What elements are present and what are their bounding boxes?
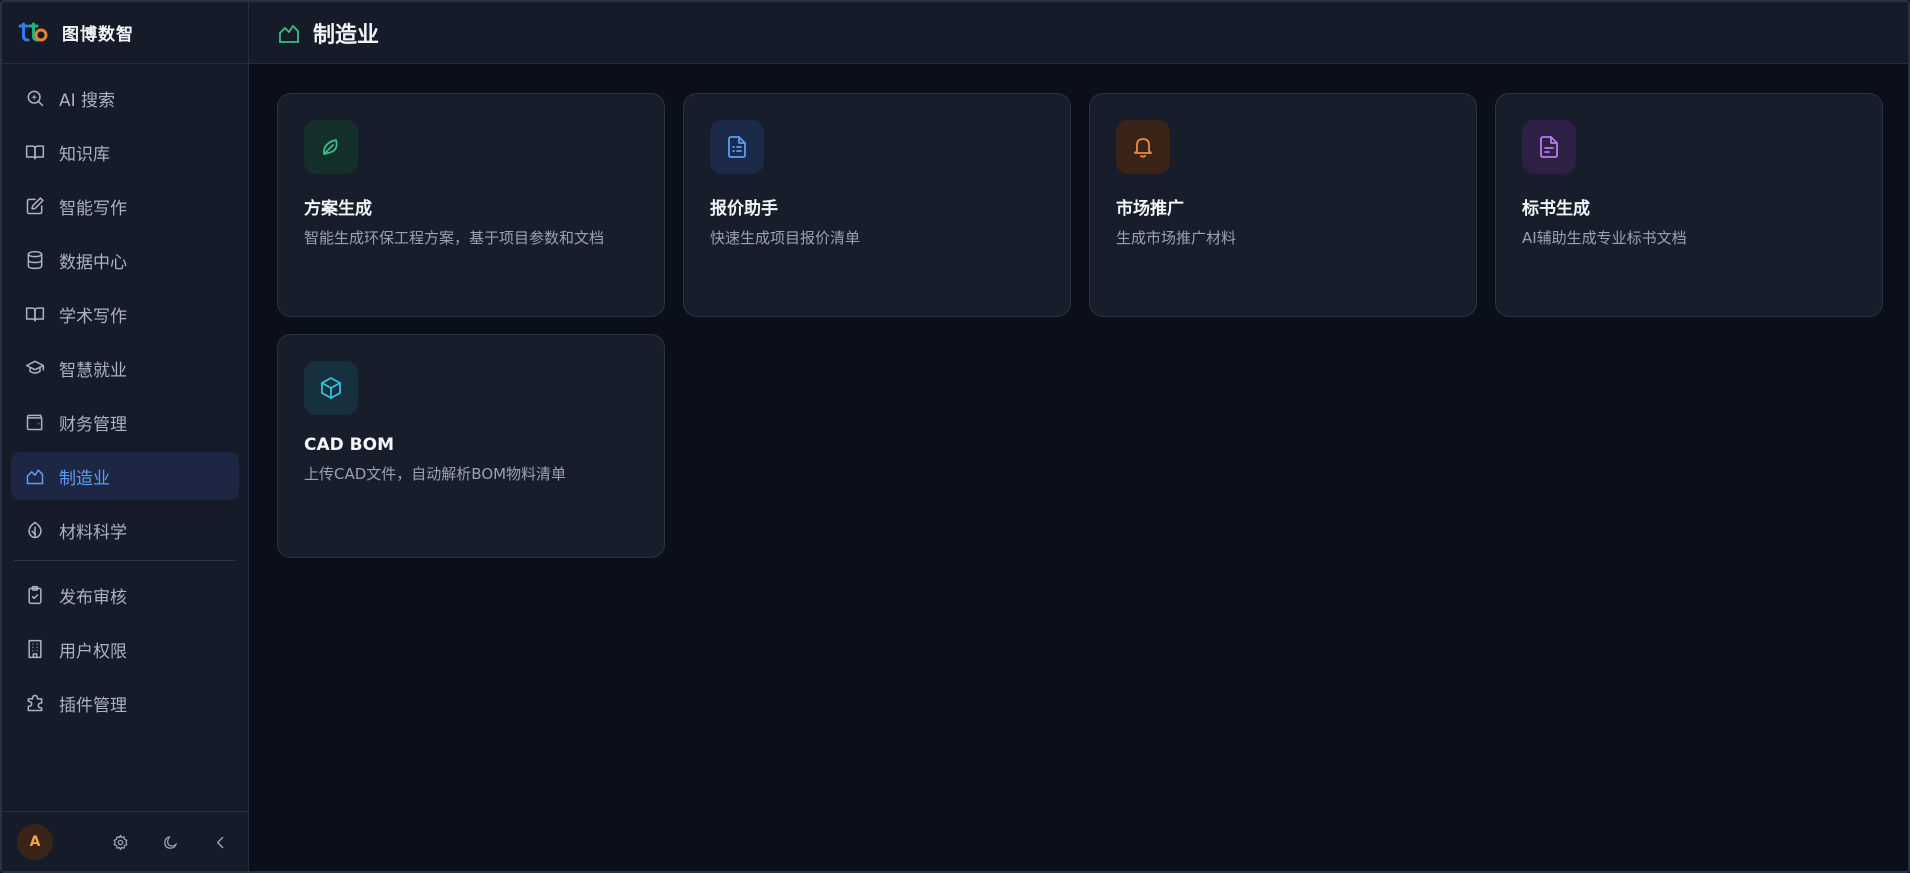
sidebar-item-label: 数据中心 xyxy=(59,252,127,273)
moon-icon[interactable] xyxy=(160,832,180,852)
settings-icon[interactable] xyxy=(110,832,130,852)
sidebar-divider xyxy=(14,560,236,561)
page-title: 制造业 xyxy=(313,22,380,48)
clipboard-check-icon xyxy=(25,585,45,605)
card-icon-container xyxy=(304,120,358,174)
brand-name: 图博数智 xyxy=(62,25,134,45)
card-title: 市场推广 xyxy=(1116,199,1184,219)
card-icon-container xyxy=(1522,120,1576,174)
puzzle-icon xyxy=(25,693,45,713)
card-description: AI辅助生成专业标书文档 xyxy=(1522,229,1687,247)
factory-icon xyxy=(25,466,45,486)
main-content: 方案生成 智能生成环保工程方案，基于项目参数和文档 报价助手 快速生成项目报价清… xyxy=(249,65,1908,871)
sidebar-item-data-center[interactable]: 数据中心 xyxy=(11,236,239,284)
sidebar-item-academic-writing[interactable]: 学术写作 xyxy=(11,290,239,338)
database-icon xyxy=(25,250,45,270)
sidebar-item-materials-science[interactable]: 材料科学 xyxy=(11,506,239,554)
card-bid-generation[interactable]: 标书生成 AI辅助生成专业标书文档 xyxy=(1495,93,1883,317)
sidebar-item-label: 财务管理 xyxy=(59,414,127,435)
page-header: 制造业 xyxy=(249,2,1908,64)
sidebar-item-manufacturing[interactable]: 制造业 xyxy=(11,452,239,500)
sidebar-item-label: AI 搜索 xyxy=(59,90,116,111)
file-list-icon xyxy=(728,136,746,158)
sidebar-item-knowledge-base[interactable]: 知识库 xyxy=(11,128,239,176)
sidebar-item-label: 材料科学 xyxy=(59,522,127,543)
sidebar-item-plugin-management[interactable]: 插件管理 xyxy=(11,679,239,727)
sidebar-item-finance[interactable]: 财务管理 xyxy=(11,398,239,446)
card-description: 快速生成项目报价清单 xyxy=(710,229,861,247)
wallet-icon xyxy=(25,412,45,432)
sidebar-item-user-permissions[interactable]: 用户权限 xyxy=(11,625,239,673)
card-icon-container xyxy=(304,361,358,415)
sidebar-nav: AI 搜索 知识库 智能写作 数据中心 学术写作 智慧就业 财务管理 制造业 材… xyxy=(2,64,248,727)
graduation-cap-icon xyxy=(25,358,45,378)
sidebar-item-label: 用户权限 xyxy=(59,641,127,662)
book-open-icon xyxy=(25,142,45,162)
sidebar-item-label: 制造业 xyxy=(59,468,110,489)
bell-icon xyxy=(1134,138,1152,158)
sidebar-item-label: 智能写作 xyxy=(59,198,127,219)
sidebar-item-label: 插件管理 xyxy=(59,695,127,716)
sidebar-footer: A xyxy=(2,811,249,871)
card-description: 上传CAD文件，自动解析BOM物料清单 xyxy=(304,465,567,483)
card-quote-assistant[interactable]: 报价助手 快速生成项目报价清单 xyxy=(683,93,1071,317)
edit-icon xyxy=(25,196,45,216)
card-title: 标书生成 xyxy=(1522,199,1590,219)
sidebar-item-smart-employment[interactable]: 智慧就业 xyxy=(11,344,239,392)
leaf-icon xyxy=(323,139,338,155)
search-sparkle-icon xyxy=(25,88,45,108)
avatar[interactable]: A xyxy=(17,823,53,860)
app-window: 图博数智 AI 搜索 知识库 智能写作 数据中心 学术写作 智慧就业 财务管理 … xyxy=(0,0,1910,873)
brand[interactable]: 图博数智 xyxy=(2,2,248,64)
building-icon xyxy=(25,639,45,659)
card-title: CAD BOM xyxy=(304,435,394,455)
sidebar-item-label: 发布审核 xyxy=(59,587,127,608)
sidebar-item-label: 知识库 xyxy=(59,144,110,165)
file-signature-icon xyxy=(1540,136,1558,158)
card-icon-container xyxy=(1116,120,1170,174)
card-solution-generation[interactable]: 方案生成 智能生成环保工程方案，基于项目参数和文档 xyxy=(277,93,665,317)
sidebar-item-label: 智慧就业 xyxy=(59,360,127,381)
book-open-icon xyxy=(25,304,45,324)
chevron-left-icon[interactable] xyxy=(210,832,230,852)
card-cad-bom[interactable]: CAD BOM 上传CAD文件，自动解析BOM物料清单 xyxy=(277,334,665,558)
leaf-icon xyxy=(25,520,45,540)
card-icon-container xyxy=(710,120,764,174)
card-description: 智能生成环保工程方案，基于项目参数和文档 xyxy=(304,229,605,247)
brand-logo-icon xyxy=(18,22,48,41)
factory-icon xyxy=(277,21,301,45)
card-marketing[interactable]: 市场推广 生成市场推广材料 xyxy=(1089,93,1477,317)
card-title: 报价助手 xyxy=(710,199,778,219)
sidebar-item-publish-review[interactable]: 发布审核 xyxy=(11,571,239,619)
sidebar-item-ai-search[interactable]: AI 搜索 xyxy=(11,74,239,122)
sidebar: 图博数智 AI 搜索 知识库 智能写作 数据中心 学术写作 智慧就业 财务管理 … xyxy=(2,2,249,871)
card-description: 生成市场推广材料 xyxy=(1116,229,1237,247)
card-title: 方案生成 xyxy=(304,199,372,219)
sidebar-item-smart-writing[interactable]: 智能写作 xyxy=(11,182,239,230)
box-icon xyxy=(321,377,341,399)
sidebar-item-label: 学术写作 xyxy=(59,306,127,327)
